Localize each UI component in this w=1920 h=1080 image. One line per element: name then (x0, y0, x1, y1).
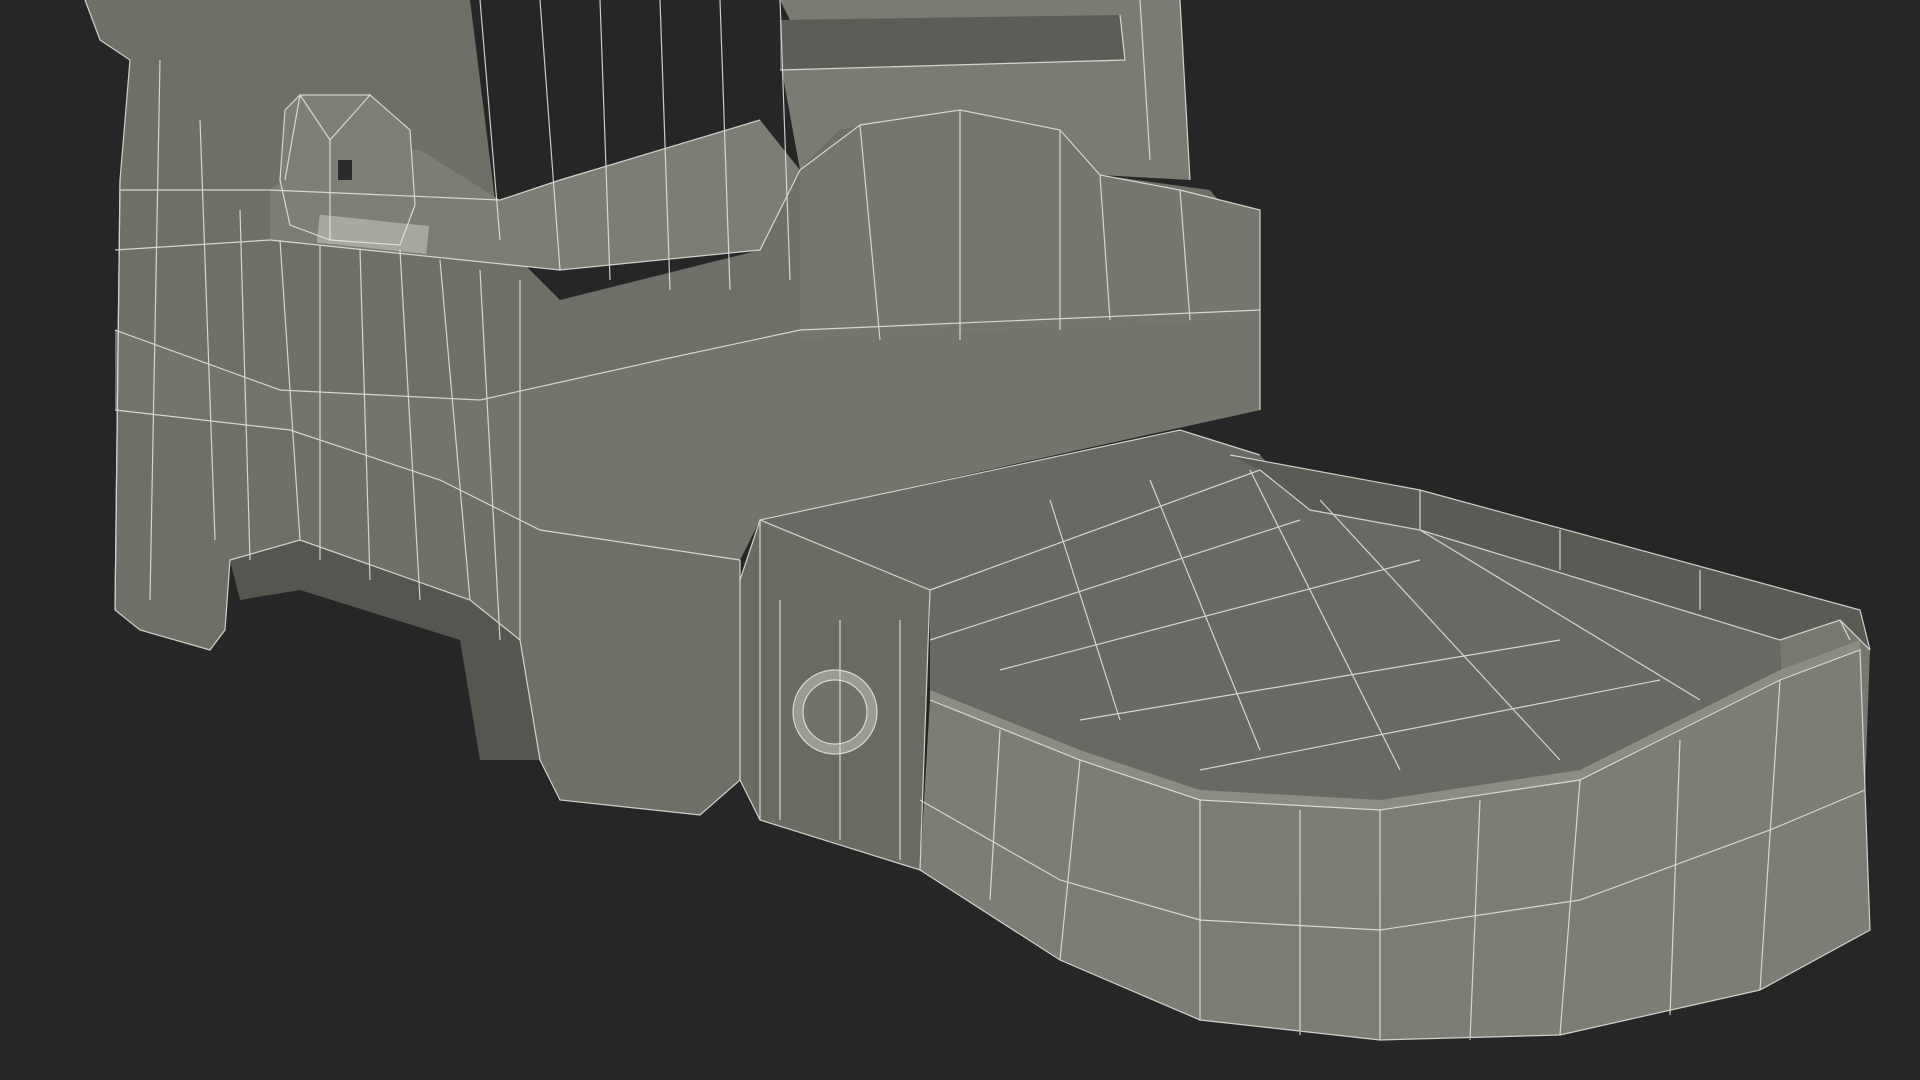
wireframe-render (0, 0, 1920, 1080)
render-viewport (0, 0, 1920, 1080)
latch-slot (338, 160, 352, 180)
